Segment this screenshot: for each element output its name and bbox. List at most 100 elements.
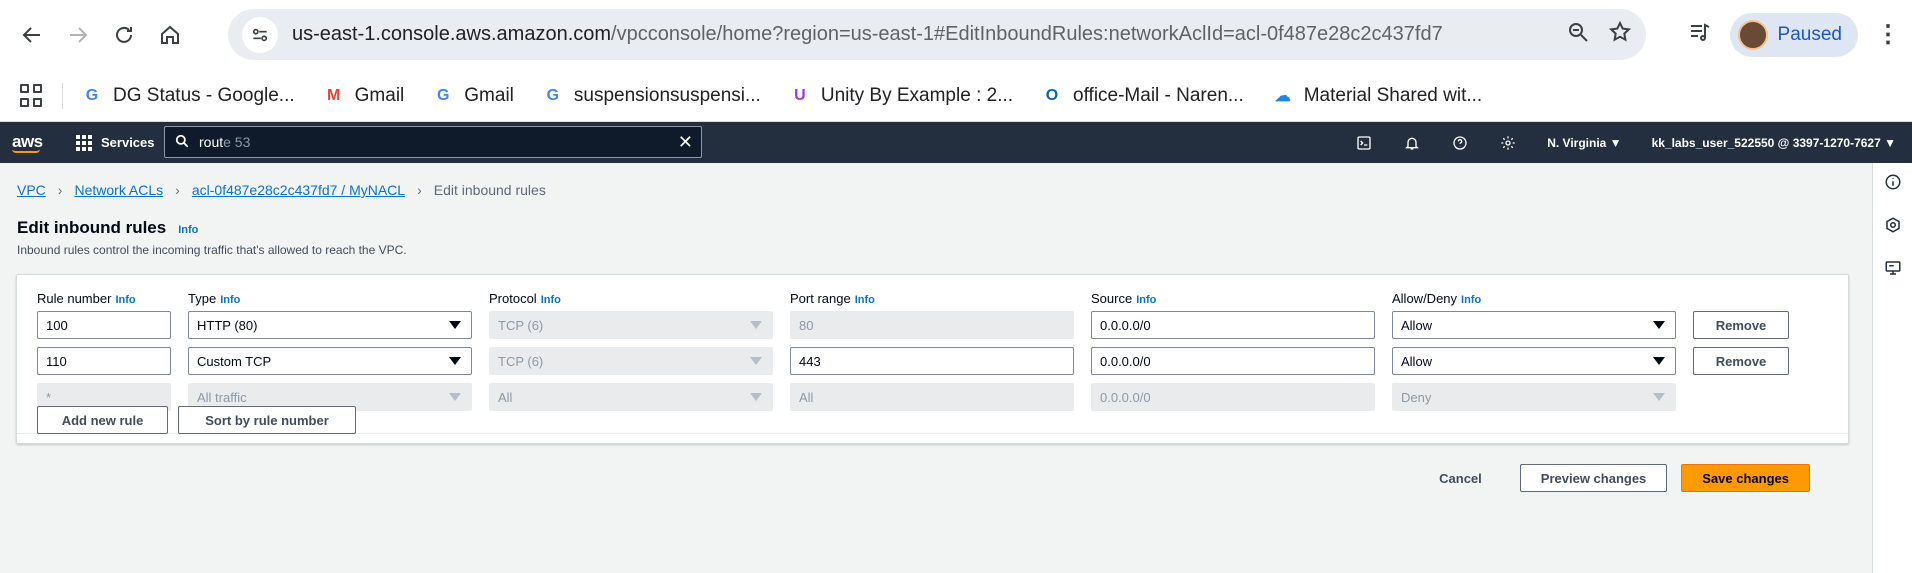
avatar [1737,19,1768,50]
outlook-icon: O [1045,86,1059,104]
header-protocol: Protocol Info [489,291,561,306]
save-changes-button[interactable]: Save changes [1681,464,1810,492]
menu-icon[interactable]: ⋮ [1876,22,1900,47]
caret-down-icon [1653,393,1665,401]
bookmark-divider [62,82,63,109]
reload-icon[interactable] [104,15,144,55]
allow-deny-select[interactable]: Allow [1392,311,1676,339]
page-title: Edit inbound rules Info [17,218,199,237]
browser-toolbar: us-east-1.console.aws.amazon.com/vpccons… [0,0,1912,70]
bookmark-label: office-Mail - Naren... [1073,84,1244,106]
media-icon[interactable] [1688,20,1712,49]
aws-search-input[interactable]: rout e 53 ✕ [164,126,702,158]
info-link[interactable]: Info [178,224,198,236]
port-range-input: All [790,383,1074,411]
caret-down-icon [449,393,461,401]
source-input[interactable]: 0.0.0.0/0 [1091,347,1375,375]
breadcrumb-vpc[interactable]: VPC [17,182,46,198]
breadcrumb: VPC › Network ACLs › acl-0f487e28c2c437f… [17,182,546,198]
google-icon: G [85,86,99,104]
aws-top-nav: aws Services rout e 53 ✕ N. Virginia ▼ kk… [0,122,1912,163]
services-label: Services [101,135,155,150]
services-menu[interactable]: Services [76,134,155,151]
chevron-right-icon: › [417,182,422,198]
form-actions: Cancel Preview changes Save changes [1439,464,1810,492]
back-icon[interactable] [12,15,52,55]
zoom-icon[interactable] [1566,20,1590,49]
caret-down-icon [1653,357,1665,365]
protocol-select: All [489,383,773,411]
account-menu[interactable]: kk_labs_user_522550 @ 3397-1270-7627 ▼ [1652,136,1896,150]
help-icon[interactable] [1451,134,1469,152]
caret-down-icon [750,357,762,365]
bookmarks-bar: G DG Status - Google... M Gmail G Gmail Gsuspe… [0,70,1912,122]
apps-icon[interactable] [20,83,44,108]
protocol-select: TCP (6) [489,311,773,339]
header-type: Type Info [188,291,241,306]
explore-icon[interactable] [1884,216,1902,239]
clear-search-icon[interactable]: ✕ [678,132,693,153]
header-rule-number: Rule number Info [37,291,136,306]
search-icon [175,134,189,151]
header-source: Source Info [1091,291,1157,306]
region-selector[interactable]: N. Virginia ▼ [1547,136,1621,150]
rule-number-input[interactable]: 100 [37,311,171,339]
url-text: us-east-1.console.aws.amazon.com/vpccons… [292,23,1443,45]
source-input[interactable]: 0.0.0.0/0 [1091,311,1375,339]
breadcrumb-acl[interactable]: acl-0f487e28c2c437fd7 / MyNACL [192,182,405,198]
main-content: VPC › Network ACLs › acl-0f487e28c2c437f… [0,163,1872,573]
bookmark-item[interactable]: Gsuspensionsuspensi... [528,85,775,107]
preview-changes-button[interactable]: Preview changes [1519,464,1668,492]
sort-by-rule-number-button[interactable]: Sort by rule number [178,406,356,434]
settings-icon[interactable] [1499,134,1517,152]
site-info-icon[interactable] [242,16,278,53]
gmail-icon: M [326,86,341,104]
notifications-icon[interactable] [1403,134,1421,152]
feedback-icon[interactable] [1884,259,1902,282]
right-rail [1872,163,1912,573]
bookmark-star-icon[interactable] [1608,20,1632,49]
google-icon: G [546,86,560,104]
profile-status: Paused [1777,23,1842,45]
bookmark-item[interactable]: ☁ Material Shared wit... [1258,85,1496,107]
bookmark-item[interactable]: G Gmail [418,85,528,107]
onedrive-icon: ☁ [1274,87,1291,105]
bookmark-label: suspensionsuspensi... [573,84,761,106]
bookmark-label: Unity By Example : 2... [820,84,1014,106]
rule-number-input[interactable]: 110 [37,347,171,375]
browser-right-controls: Paused ⋮ [1688,9,1900,60]
type-select[interactable]: HTTP (80) [188,311,472,339]
remove-button[interactable]: Remove [1693,347,1789,375]
allow-deny-select[interactable]: Allow [1392,347,1676,375]
remove-button[interactable]: Remove [1693,311,1789,339]
type-select[interactable]: Custom TCP [188,347,472,375]
info-panel-icon[interactable] [1884,173,1902,196]
header-allow-deny: Allow/Deny Info [1392,291,1482,306]
search-suggestion-text: e 53 [223,134,251,150]
omnibox-actions [1566,9,1632,60]
chevron-right-icon: › [175,182,180,198]
cancel-button[interactable]: Cancel [1439,471,1506,486]
aws-logo[interactable]: aws [0,133,54,153]
port-range-input: 80 [790,311,1074,339]
services-grid-icon [76,134,92,151]
add-new-rule-button[interactable]: Add new rule [37,406,168,434]
aws-nav-right: N. Virginia ▼ kk_labs_user_522550 @ 3397… [1355,122,1896,163]
udemy-icon: U [794,86,806,104]
bookmark-item[interactable]: G DG Status - Google... [67,85,309,107]
cloudshell-icon[interactable] [1355,134,1373,152]
chevron-right-icon: › [57,182,63,198]
bookmark-item[interactable]: U Unity By Example : 2... [775,85,1027,107]
caret-down-icon [750,393,762,401]
search-typed-text: rout [199,134,224,150]
protocol-select: TCP (6) [489,347,773,375]
profile-button[interactable]: Paused [1729,12,1858,57]
forward-icon[interactable] [58,15,98,55]
breadcrumb-network-acls[interactable]: Network ACLs [74,182,163,198]
bookmark-item[interactable]: M Gmail [309,85,419,107]
address-bar[interactable]: us-east-1.console.aws.amazon.com/vpccons… [228,9,1646,60]
home-icon[interactable] [150,15,190,55]
source-input: 0.0.0.0/0 [1091,383,1375,411]
bookmark-item[interactable]: Ooffice-Mail - Naren... [1027,85,1258,107]
port-range-input[interactable]: 443 [790,347,1074,375]
